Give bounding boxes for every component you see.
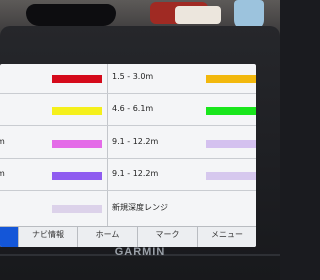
softkey-menu[interactable]: メニュー bbox=[198, 227, 256, 247]
depth-range-row[interactable]: m 9.1 - 12.2m bbox=[0, 161, 256, 191]
softkey-back[interactable] bbox=[0, 227, 19, 247]
softkey-label: ホーム bbox=[95, 230, 120, 239]
depth-range-row[interactable]: 1.5 - 3.0m bbox=[0, 64, 256, 94]
depth-range-right-label: 1.5 - 3.0m bbox=[112, 72, 154, 81]
softkey-navi-info[interactable]: ナビ情報 bbox=[19, 227, 78, 247]
depth-color-swatch-right[interactable] bbox=[206, 107, 256, 115]
softkey-bar: ナビ情報 ホーム マーク メニュー bbox=[0, 226, 256, 247]
softkey-label: ナビ情報 bbox=[32, 230, 64, 239]
depth-range-left-label: m bbox=[0, 137, 5, 146]
background-label bbox=[175, 6, 221, 24]
new-depth-range-label[interactable]: 新規深度レンジ bbox=[112, 202, 168, 213]
background-sunglasses bbox=[26, 4, 116, 26]
depth-range-right-label: 9.1 - 12.2m bbox=[112, 169, 159, 178]
depth-range-row[interactable]: m 9.1 - 12.2m bbox=[0, 129, 256, 159]
depth-color-swatch-left[interactable] bbox=[52, 172, 102, 180]
depth-color-swatch-left[interactable] bbox=[52, 75, 102, 83]
device-display: 1.5 - 3.0m 4.6 - 6.1m m 9.1 - 12.2m m 9.… bbox=[0, 64, 256, 247]
depth-color-swatch-left[interactable] bbox=[52, 205, 102, 213]
depth-color-swatch-left[interactable] bbox=[52, 140, 102, 148]
depth-color-swatch-right[interactable] bbox=[206, 75, 256, 83]
softkey-label: マーク bbox=[155, 230, 180, 239]
photo-scene: 1.5 - 3.0m 4.6 - 6.1m m 9.1 - 12.2m m 9.… bbox=[0, 0, 280, 280]
depth-color-swatch-right[interactable] bbox=[206, 172, 256, 180]
depth-range-row[interactable]: 4.6 - 6.1m bbox=[0, 96, 256, 126]
softkey-mark[interactable]: マーク bbox=[138, 227, 198, 247]
softkey-label: メニュー bbox=[211, 230, 243, 239]
depth-range-row[interactable]: 新規深度レンジ bbox=[0, 194, 256, 223]
depth-range-right-label: 9.1 - 12.2m bbox=[112, 137, 159, 146]
chartplotter-device: 1.5 - 3.0m 4.6 - 6.1m m 9.1 - 12.2m m 9.… bbox=[0, 26, 280, 280]
depth-range-left-label: m bbox=[0, 169, 5, 178]
brand-logo: GARMIN bbox=[114, 246, 166, 258]
softkey-home[interactable]: ホーム bbox=[78, 227, 138, 247]
depth-color-swatch-left[interactable] bbox=[52, 107, 102, 115]
depth-range-right-label: 4.6 - 6.1m bbox=[112, 104, 154, 113]
depth-color-swatch-right[interactable] bbox=[206, 140, 256, 148]
